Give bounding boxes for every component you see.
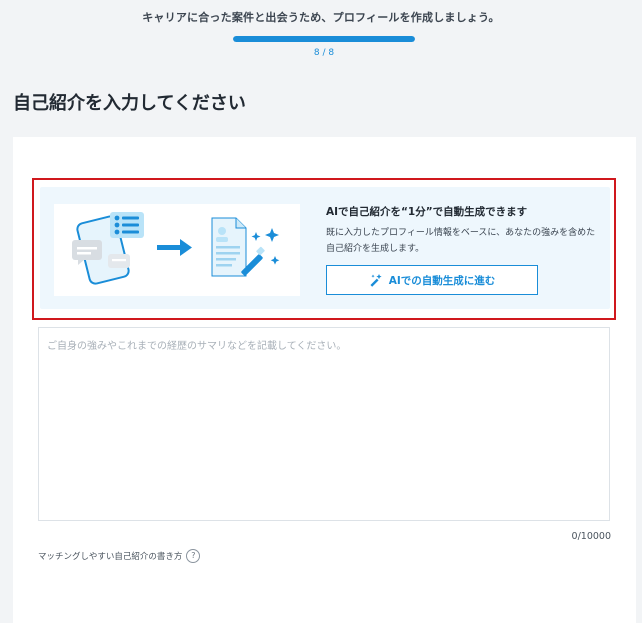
progress-fill [233, 36, 415, 42]
character-counter: 0/10000 [571, 531, 611, 542]
self-introduction-textarea[interactable] [38, 327, 610, 521]
writing-tips-label: マッチングしやすい自己紹介の書き方 [38, 552, 183, 562]
step-indicator: 8 / 8 [313, 48, 335, 58]
page-title: 自己紹介を入力してください [13, 93, 246, 114]
ai-section-highlight [32, 178, 616, 320]
progress-bar [233, 36, 415, 42]
question-circle-icon[interactable]: ? [186, 549, 201, 563]
writing-tips-link[interactable]: マッチングしやすい自己紹介の書き方 ? [38, 549, 201, 563]
subtitle: キャリアに合った案件と出会うため、プロフィールを作成しましょう。 [142, 11, 500, 24]
